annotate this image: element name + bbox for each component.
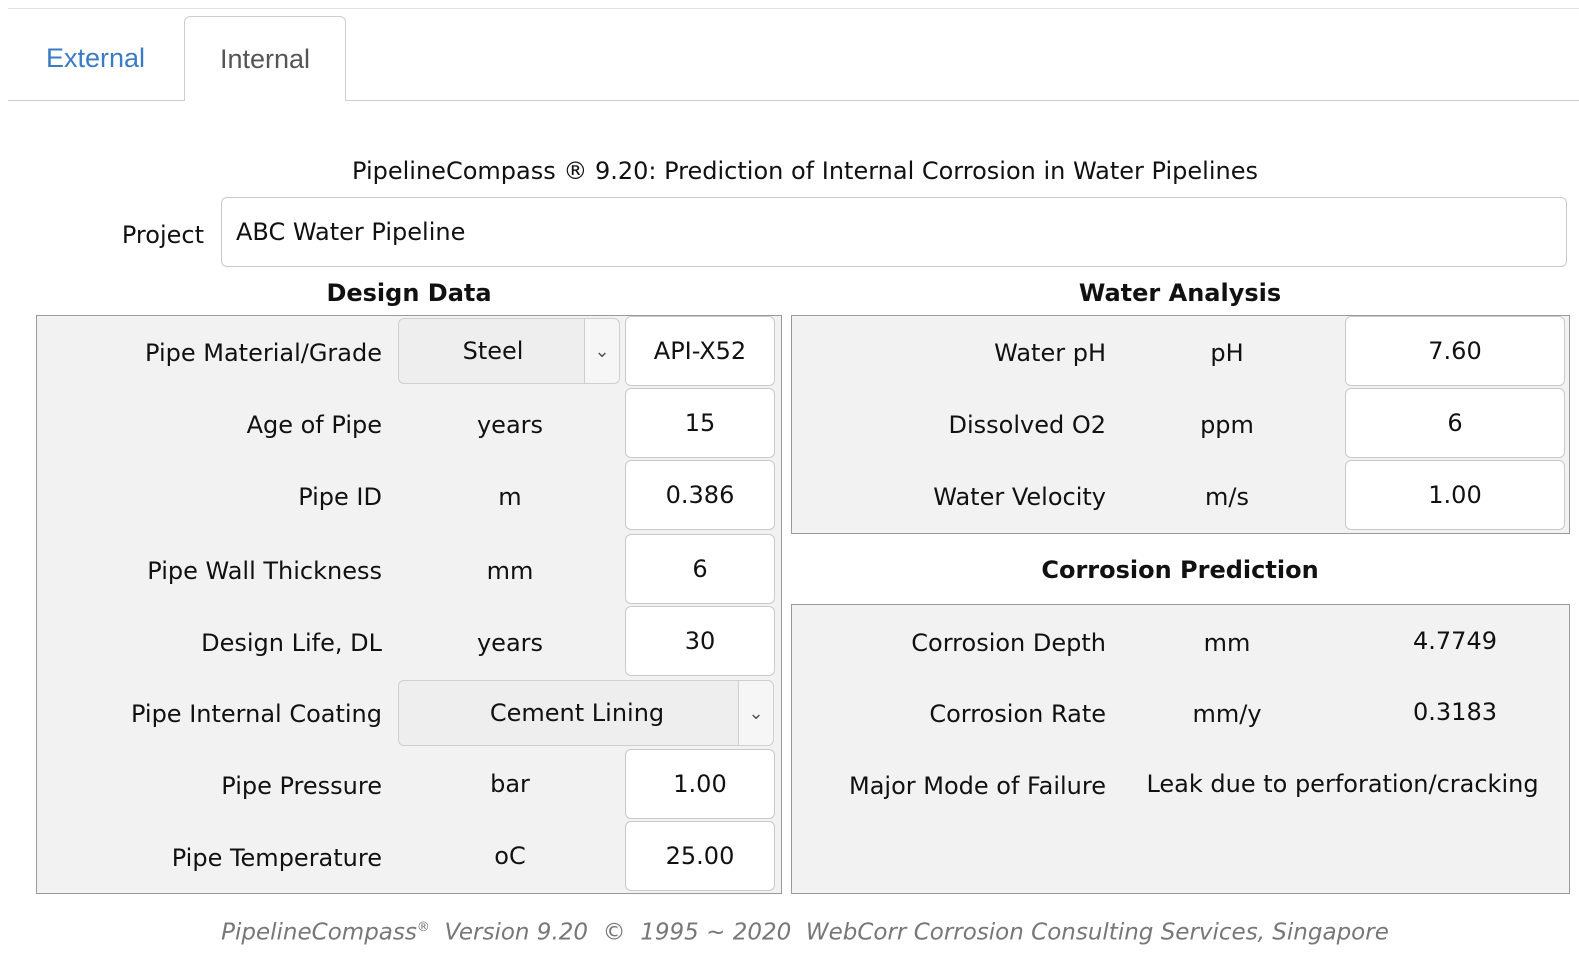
corrosion-depth-unit: mm: [1203, 629, 1251, 657]
pipe-temperature-label: Pipe Temperature: [171, 844, 382, 872]
internal-coating-label: Pipe Internal Coating: [130, 700, 382, 728]
wall-thickness-input[interactable]: [625, 534, 775, 604]
tab-internal[interactable]: Internal: [184, 16, 346, 101]
footer-text: Version 9.20 © 1995 ~ 2020 WebCorr Corro…: [429, 919, 1389, 946]
internal-coating-select-value: Cement Lining: [489, 699, 665, 727]
corrosion-prediction-heading: Corrosion Prediction: [1041, 556, 1319, 584]
pipe-temperature-input[interactable]: [625, 821, 775, 891]
pipe-pressure-input[interactable]: [625, 749, 775, 819]
project-label: Project: [121, 221, 204, 249]
water-ph-input[interactable]: [1345, 316, 1565, 386]
footer-brand: PipelineCompass: [221, 919, 417, 946]
age-of-pipe-label: Age of Pipe: [246, 411, 382, 439]
footer-copyright: PipelineCompass® Version 9.20 © 1995 ~ 2…: [0, 908, 1579, 948]
pipe-material-label: Pipe Material/Grade: [145, 339, 382, 367]
pipe-grade-input[interactable]: [625, 316, 775, 386]
page-title: PipelineCompass ® 9.20: Prediction of In…: [352, 157, 1258, 185]
design-life-label: Design Life, DL: [201, 629, 382, 657]
pipe-temperature-unit: oC: [494, 842, 526, 870]
age-of-pipe-input[interactable]: [625, 388, 775, 458]
water-velocity-unit: m/s: [1205, 483, 1249, 511]
project-input[interactable]: [221, 197, 1567, 267]
pipe-pressure-unit: bar: [490, 770, 530, 798]
design-data-heading: Design Data: [326, 279, 492, 307]
water-ph-label: Water pH: [994, 339, 1106, 367]
chevron-down-icon: ⌄: [584, 319, 619, 383]
wall-thickness-unit: mm: [486, 557, 534, 585]
failure-mode-label: Major Mode of Failure: [848, 772, 1106, 800]
pipe-id-label: Pipe ID: [298, 483, 382, 511]
footer-registered-mark: ®: [416, 920, 430, 935]
corrosion-depth-value: 4.7749: [1413, 627, 1497, 655]
dissolved-o2-input[interactable]: [1345, 388, 1565, 458]
pipe-material-select-value: Steel: [462, 337, 524, 365]
pipe-id-input[interactable]: [625, 460, 775, 530]
age-of-pipe-unit: years: [476, 411, 544, 439]
water-analysis-heading: Water Analysis: [1078, 279, 1282, 307]
corrosion-depth-label: Corrosion Depth: [911, 629, 1106, 657]
design-life-unit: years: [476, 629, 544, 657]
pipe-id-unit: m: [498, 483, 522, 511]
design-life-input[interactable]: [625, 606, 775, 676]
pipe-pressure-label: Pipe Pressure: [221, 772, 382, 800]
wall-thickness-label: Pipe Wall Thickness: [147, 557, 382, 585]
pipe-material-select[interactable]: Steel ⌄: [398, 318, 620, 384]
dissolved-o2-unit: ppm: [1200, 411, 1254, 439]
corrosion-rate-label: Corrosion Rate: [929, 700, 1106, 728]
failure-mode-value: Leak due to perforation/cracking: [1146, 770, 1539, 798]
water-velocity-label: Water Velocity: [933, 483, 1106, 511]
internal-coating-select[interactable]: Cement Lining ⌄: [398, 680, 774, 746]
corrosion-rate-value: 0.3183: [1413, 698, 1497, 726]
dissolved-o2-label: Dissolved O2: [948, 411, 1107, 439]
chevron-down-icon: ⌄: [738, 681, 773, 745]
tabbar-top-border: [8, 8, 1579, 9]
water-velocity-input[interactable]: [1345, 460, 1565, 530]
tab-external[interactable]: External: [8, 16, 183, 101]
water-ph-unit: pH: [1210, 339, 1244, 367]
corrosion-rate-unit: mm/y: [1192, 700, 1262, 728]
